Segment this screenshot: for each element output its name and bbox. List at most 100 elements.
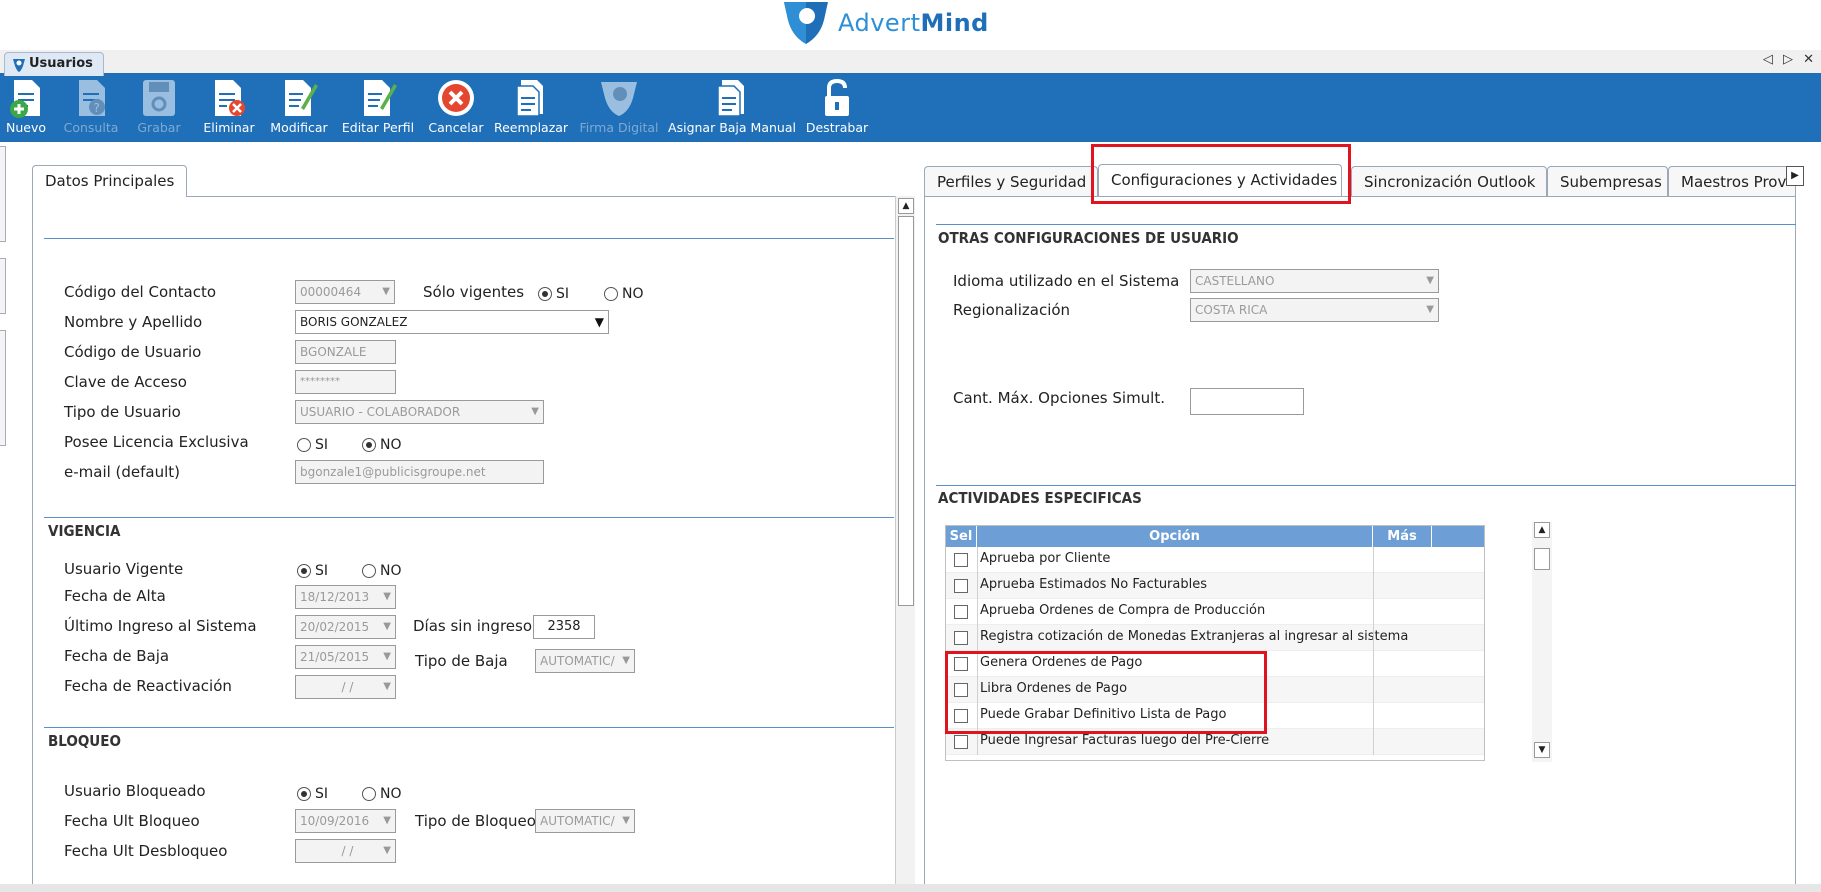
destrabar-button[interactable]: Destrabar <box>804 76 870 142</box>
usuario-vigente-si-radio[interactable]: SI <box>297 563 328 579</box>
table-row[interactable]: Aprueba por Cliente <box>946 547 1484 573</box>
cant-max-field[interactable] <box>1190 388 1304 415</box>
tab-subempresas[interactable]: Subempresas <box>1547 166 1668 196</box>
eliminar-label: Eliminar <box>203 120 255 135</box>
tab-sincronizacion-outlook[interactable]: Sincronización Outlook <box>1351 166 1547 196</box>
tipo-bloqueo-select[interactable]: AUTOMATIC/ ▼ <box>535 809 635 833</box>
row-checkbox[interactable] <box>954 657 968 671</box>
nombre-select[interactable]: BORIS GONZALEZ ▼ <box>295 310 609 334</box>
tab-perfiles-seguridad[interactable]: Perfiles y Seguridad <box>924 166 1098 196</box>
ultimo-ingreso-field[interactable]: 20/02/2015 ▼ <box>295 615 396 639</box>
table-row[interactable]: Libra Ordenes de Pago <box>946 677 1484 703</box>
consulta-button[interactable]: ? Consulta <box>60 76 122 142</box>
row-checkbox[interactable] <box>954 683 968 697</box>
chevron-down-icon: ▼ <box>622 815 630 826</box>
fecha-reactivacion-field[interactable]: / / ▼ <box>295 675 396 699</box>
tab-configuraciones-actividades[interactable]: Configuraciones y Actividades <box>1098 164 1342 196</box>
unlock-icon <box>825 78 849 116</box>
radio-label: SI <box>315 563 329 579</box>
chevron-down-icon: ▼ <box>594 315 604 329</box>
row-checkbox[interactable] <box>954 605 968 619</box>
tab-maestros-prov[interactable]: Maestros Prov <box>1668 166 1796 196</box>
licencia-no-radio[interactable]: NO <box>362 437 402 453</box>
cancelar-button[interactable]: Cancelar <box>426 76 486 142</box>
usuario-bloqueado-si-radio[interactable]: SI <box>297 786 328 802</box>
nuevo-button[interactable]: Nuevo <box>4 76 48 142</box>
row-label: Genera Ordenes de Pago <box>980 655 1143 670</box>
side-collapsed-panel[interactable] <box>0 258 6 314</box>
table-row[interactable]: Puede Ingresar Facturas luego del Pre-Ci… <box>946 729 1484 755</box>
usuario-vigente-no-radio[interactable]: NO <box>362 563 402 579</box>
regionalizacion-label: Regionalización <box>953 301 1071 319</box>
solo-vigentes-no-radio[interactable]: NO <box>604 286 644 302</box>
row-checkbox[interactable] <box>954 553 968 567</box>
solo-vigentes-si-radio[interactable]: SI <box>538 286 569 302</box>
row-label: Puede Ingresar Facturas luego del Pre-Ci… <box>980 733 1270 748</box>
firma-digital-button[interactable]: Firma Digital <box>578 76 660 142</box>
section-divider <box>936 485 1796 486</box>
side-collapsed-panel[interactable] <box>0 330 6 446</box>
nuevo-label: Nuevo <box>5 120 46 135</box>
tipo-baja-select[interactable]: AUTOMATIC/ ▼ <box>535 649 635 673</box>
usuario-bloqueado-no-radio[interactable]: NO <box>362 786 402 802</box>
window-tab-usuarios[interactable]: Usuarios <box>4 52 104 76</box>
tab-scroll-right-icon[interactable]: ▶ <box>1786 166 1804 186</box>
solo-vigentes-label: Sólo vigentes <box>423 283 525 301</box>
radio-label: SI <box>556 286 570 302</box>
scroll-up-icon[interactable]: ▲ <box>1534 522 1550 538</box>
table-row[interactable]: Puede Grabar Definitivo Lista de Pago <box>946 703 1484 729</box>
column-separator <box>977 625 978 651</box>
table-row[interactable]: Aprueba Ordenes de Compra de Producción <box>946 599 1484 625</box>
field-value: COSTA RICA <box>1195 303 1268 317</box>
field-value: BORIS GONZALEZ <box>300 315 408 329</box>
licencia-si-radio[interactable]: SI <box>297 437 328 453</box>
fecha-ult-bloqueo-field[interactable]: 10/09/2016 ▼ <box>295 809 396 833</box>
row-checkbox[interactable] <box>954 709 968 723</box>
modificar-button[interactable]: Modificar <box>268 76 330 142</box>
radio-selected-icon <box>297 787 311 801</box>
asignar-baja-manual-button[interactable]: Asignar Baja Manual <box>668 76 796 142</box>
tab-datos-principales[interactable]: Datos Principales <box>32 165 188 197</box>
idioma-select[interactable]: CASTELLANO ▼ <box>1190 269 1439 293</box>
radio-unselected-icon <box>604 287 618 301</box>
column-separator <box>1373 677 1374 703</box>
window-nav-arrows[interactable]: ◁ ▷ ✕ <box>1763 52 1817 67</box>
grabar-label: Grabar <box>137 120 181 135</box>
scroll-up-icon[interactable]: ▲ <box>898 198 914 214</box>
actividades-scrollbar[interactable]: ▲ ▼ <box>1532 522 1552 762</box>
codigo-usuario-field[interactable]: BGONZALE <box>295 340 396 364</box>
column-separator <box>977 547 978 573</box>
row-checkbox[interactable] <box>954 735 968 749</box>
email-field[interactable]: bgonzale1@publicisgroupe.net <box>295 460 544 484</box>
fecha-ult-desbloqueo-field[interactable]: / / ▼ <box>295 839 396 863</box>
field-value: / / <box>341 680 354 694</box>
clave-field[interactable]: ******** <box>295 370 396 394</box>
table-row[interactable]: Aprueba Estimados No Facturables <box>946 573 1484 599</box>
column-header-opcion[interactable]: Opción <box>977 526 1373 547</box>
dias-sin-ingreso-field[interactable]: 2358 <box>533 615 595 639</box>
tipo-usuario-select[interactable]: USUARIO - COLABORADOR ▼ <box>295 400 544 424</box>
row-checkbox[interactable] <box>954 579 968 593</box>
fecha-alta-field[interactable]: 18/12/2013 ▼ <box>295 585 396 609</box>
reemplazar-button[interactable]: Reemplazar <box>494 76 568 142</box>
codigo-contacto-field[interactable]: 00000464 ▼ <box>295 280 395 304</box>
field-value: 20/02/2015 <box>300 620 370 634</box>
table-row[interactable]: Genera Ordenes de Pago <box>946 651 1484 677</box>
chevron-down-icon: ▼ <box>383 815 391 826</box>
grabar-button[interactable]: Grabar <box>134 76 184 142</box>
regionalizacion-select[interactable]: COSTA RICA ▼ <box>1190 298 1439 322</box>
fecha-baja-field[interactable]: 21/05/2015 ▼ <box>295 645 396 669</box>
row-checkbox[interactable] <box>954 631 968 645</box>
scroll-thumb[interactable] <box>1534 548 1550 570</box>
scroll-thumb[interactable] <box>898 216 914 606</box>
editar-perfil-button[interactable]: Editar Perfil <box>340 76 416 142</box>
table-row[interactable]: Registra cotización de Monedas Extranjer… <box>946 625 1484 651</box>
column-header-sel[interactable]: Sel <box>946 526 977 547</box>
licencia-label: Posee Licencia Exclusiva <box>64 433 249 451</box>
side-collapsed-panel[interactable] <box>0 146 6 242</box>
left-panel-scrollbar[interactable]: ▲ <box>895 196 915 892</box>
asignar-baja-manual-label: Asignar Baja Manual <box>668 120 796 135</box>
column-header-mas[interactable]: Más <box>1373 526 1432 547</box>
eliminar-button[interactable]: Eliminar <box>200 76 258 142</box>
scroll-down-icon[interactable]: ▼ <box>1534 742 1550 758</box>
